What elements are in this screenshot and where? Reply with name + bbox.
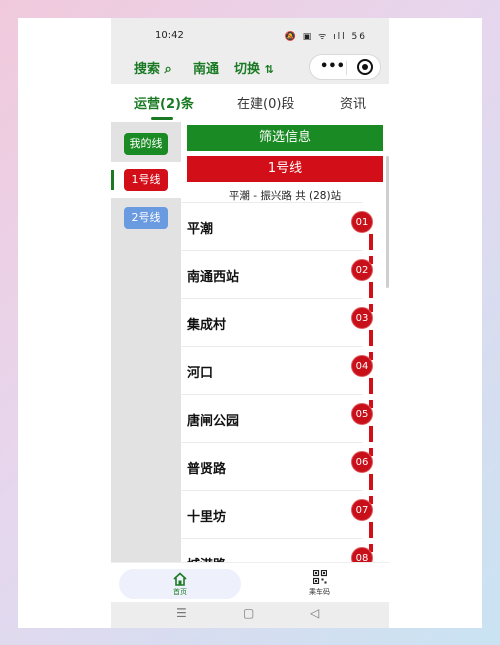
station-number-badge: 01 xyxy=(351,211,373,233)
miniapp-capsule: ••• xyxy=(309,54,381,80)
line-track-segment xyxy=(369,378,373,408)
station-number-badge: 07 xyxy=(351,499,373,521)
station-row[interactable]: 集成村 03 xyxy=(181,298,373,346)
sidebar-item-line-1[interactable]: 1号线 xyxy=(111,162,181,198)
line-track-segment xyxy=(369,330,373,360)
line-track-segment xyxy=(369,474,373,504)
station-row[interactable]: 唐闸公园 05 xyxy=(181,394,373,442)
top-nav: 搜索 ⌕ 南通 切换 ⇅ ••• xyxy=(111,52,389,84)
station-name: 河口 xyxy=(187,366,214,381)
line-track-segment xyxy=(369,522,373,552)
capsule-divider xyxy=(346,61,347,75)
filter-button[interactable]: 筛选信息 xyxy=(187,125,383,151)
tab-ride-code[interactable]: 乘车码 xyxy=(299,569,343,599)
route-info: 平潮 - 振兴路 共 (28)站 xyxy=(228,190,342,202)
line-2-button: 2号线 xyxy=(124,207,168,229)
home-label: 首页 xyxy=(173,588,187,596)
station-row[interactable]: 平潮 01 xyxy=(181,202,373,250)
station-name: 南通西站 xyxy=(187,270,240,285)
station-row[interactable]: 南通西站 02 xyxy=(181,250,373,298)
switch-label: 切换 xyxy=(234,62,261,77)
switch-arrows-icon: ⇅ xyxy=(264,63,274,76)
search-link[interactable]: 搜索 ⌕ xyxy=(134,58,172,77)
tab-bar: 运营(2)条 在建(0)段 资讯 xyxy=(111,84,389,122)
switch-link[interactable]: 切换 ⇅ xyxy=(234,58,274,77)
station-number-badge: 02 xyxy=(351,259,373,281)
station-name: 平潮 xyxy=(187,222,214,237)
qr-code-icon xyxy=(313,570,327,584)
line-track-segment xyxy=(369,282,373,312)
station-name: 集成村 xyxy=(187,318,227,333)
tab-news[interactable]: 资讯 xyxy=(340,93,366,112)
active-tab-indicator xyxy=(151,117,173,120)
station-number-badge: 06 xyxy=(351,451,373,473)
more-menu-button[interactable]: ••• xyxy=(320,59,345,74)
line-track-segment xyxy=(369,234,373,264)
home-nav-icon[interactable]: ▢ xyxy=(243,606,254,620)
close-miniapp-icon[interactable] xyxy=(357,59,373,75)
line-sidebar: 我的线 1号线 2号线 xyxy=(111,122,181,562)
station-name: 普贤路 xyxy=(187,462,227,477)
line-content: 筛选信息 1号线 平潮 - 振兴路 共 (28)站 平潮 01 南通西站 02 集成村 0… xyxy=(181,122,389,562)
station-row[interactable]: 城港路 08 xyxy=(181,538,373,562)
scrollbar[interactable] xyxy=(386,156,389,288)
selected-indicator xyxy=(111,170,114,190)
status-time: 10:42 xyxy=(155,30,184,41)
line-track-segment xyxy=(369,426,373,456)
city-link[interactable]: 南通 xyxy=(193,58,219,77)
sidebar-item-my-lines[interactable]: 我的线 xyxy=(111,126,181,162)
status-icons: 🔕 ▣ ᯤ ıll 56 xyxy=(284,32,367,42)
station-number-badge: 08 xyxy=(351,547,373,562)
sidebar-item-line-2[interactable]: 2号线 xyxy=(111,200,181,236)
search-label: 搜索 xyxy=(134,62,161,77)
station-name: 唐闸公园 xyxy=(187,414,240,429)
station-row[interactable]: 河口 04 xyxy=(181,346,373,394)
station-number-badge: 05 xyxy=(351,403,373,425)
status-bar: 10:42 🔕 ▣ ᯤ ıll 56 xyxy=(111,18,389,52)
menu-icon[interactable]: ☰ xyxy=(176,606,187,620)
ride-code-label: 乘车码 xyxy=(309,588,330,596)
station-name: 城港路 xyxy=(187,554,226,562)
search-icon: ⌕ xyxy=(164,62,172,77)
phone-screen: 10:42 🔕 ▣ ᯤ ıll 56 搜索 ⌕ 南通 切换 ⇅ ••• 运营(2… xyxy=(111,18,389,628)
line-1-button: 1号线 xyxy=(124,169,168,191)
tab-construction[interactable]: 在建(0)段 xyxy=(237,93,294,112)
back-icon[interactable]: ◁ xyxy=(310,606,319,620)
bottom-tabbar: 首页 乘车码 xyxy=(111,562,389,602)
station-number-badge: 03 xyxy=(351,307,373,329)
my-lines-button: 我的线 xyxy=(124,133,168,155)
tab-operating[interactable]: 运营(2)条 xyxy=(134,93,194,112)
android-nav-bar: ☰ ▢ ◁ xyxy=(111,602,389,628)
station-name: 十里坊 xyxy=(187,510,227,525)
station-row[interactable]: 普贤路 06 xyxy=(181,442,373,490)
station-number-badge: 04 xyxy=(351,355,373,377)
line-title: 1号线 xyxy=(187,156,383,182)
home-icon xyxy=(173,572,187,586)
tab-home[interactable]: 首页 xyxy=(119,569,241,599)
station-row[interactable]: 十里坊 07 xyxy=(181,490,373,538)
